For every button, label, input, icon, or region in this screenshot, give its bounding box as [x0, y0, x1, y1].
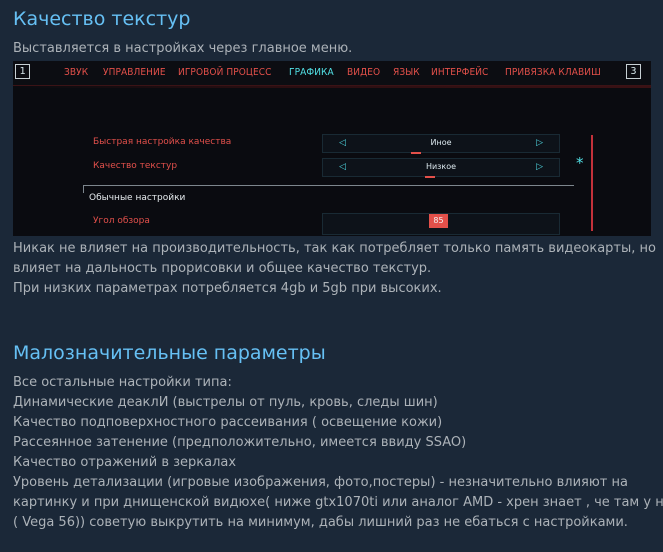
texture-marker [425, 176, 435, 178]
preset-marker [411, 152, 421, 154]
texture-quality-value: Низкое [425, 162, 457, 171]
game-tab-interface: ИНТЕРФЕЙС [431, 67, 489, 78]
minor-params-line: ( Vega 56)) советую выкрутить на минимум… [13, 515, 628, 530]
textures-desc-line: При низких параметрах потребляется 4gb и… [13, 281, 442, 296]
section-divider [83, 185, 574, 186]
key-hint-left: 1 [15, 64, 30, 79]
game-tab-video: ВИДЕО [347, 67, 381, 78]
key-hint-right: 3 [626, 64, 641, 79]
game-tab-keybinds: ПРИВЯЗКА КЛАВИШ [505, 67, 601, 78]
game-tab-controls: УПРАВЛЕНИЕ [103, 67, 166, 78]
quick-preset-value: Иное [430, 138, 452, 147]
scrollbar-track [591, 135, 593, 231]
texture-quality-selector: ◁ Низкое ▷ [322, 158, 560, 178]
minor-params-line: Качество подповерхностного рассеивания (… [13, 415, 443, 430]
quick-preset-label: Быстрая настройка качества [93, 137, 232, 147]
fov-label: Угол обзора [93, 216, 150, 226]
game-menu-tabbar: 1 ЗВУК УПРАВЛЕНИЕ ИГРОВОЙ ПРОЦЕСС ГРАФИК… [13, 61, 651, 86]
minor-params-line: Все остальные настройки типа: [13, 375, 232, 390]
minor-params-line: Уровень детализации (игровые изображения… [13, 475, 628, 490]
fov-slider: 85 [322, 213, 560, 235]
fov-slider-value: 85 [429, 214, 448, 228]
game-tab-gameplay: ИГРОВОЙ ПРОЦЕСС [178, 67, 272, 78]
minor-params-text: Все остальные настройки типа: Динамическ… [13, 373, 663, 533]
arrow-right-icon: ▷ [536, 138, 543, 148]
game-tab-sound: ЗВУК [64, 67, 89, 78]
section-title-minor-params: Малозначительные параметры [13, 342, 326, 364]
textures-intro-text: Выставляется в настройках через главное … [13, 41, 353, 56]
textures-description: Никак не влияет на производительность, т… [13, 239, 656, 299]
textures-desc-line: Никак не влияет на производительность, т… [13, 241, 656, 256]
game-tab-language: ЯЗЫК [393, 67, 420, 78]
textures-desc-line: влияет на дальность прорисовки и общее к… [13, 261, 432, 276]
minor-params-line: Динамические деаклИ (выстрелы от пуль, к… [13, 395, 438, 410]
minor-params-line: Рассеянное затенение (предположительно, … [13, 435, 467, 450]
section-title-textures: Качество текстур [13, 8, 191, 30]
tabbar-divider [13, 86, 651, 88]
section-divider-tick [83, 185, 84, 193]
quick-preset-selector: ◁ Иное ▷ [322, 134, 560, 154]
texture-quality-label: Качество текстур [93, 161, 178, 171]
game-settings-screenshot: 1 ЗВУК УПРАВЛЕНИЕ ИГРОВОЙ ПРОЦЕСС ГРАФИК… [13, 61, 651, 236]
minor-params-line: картинку и при днищенской видюхе( ниже g… [13, 495, 663, 510]
minor-params-line: Качество отражений в зеркалах [13, 455, 237, 470]
textures-intro: Выставляется в настройках через главное … [13, 39, 653, 59]
game-tab-graphics: ГРАФИКА [289, 67, 334, 78]
asterisk-marker: * [576, 154, 584, 172]
basic-settings-heading: Обычные настройки [89, 193, 186, 203]
arrow-right-icon: ▷ [536, 162, 543, 172]
